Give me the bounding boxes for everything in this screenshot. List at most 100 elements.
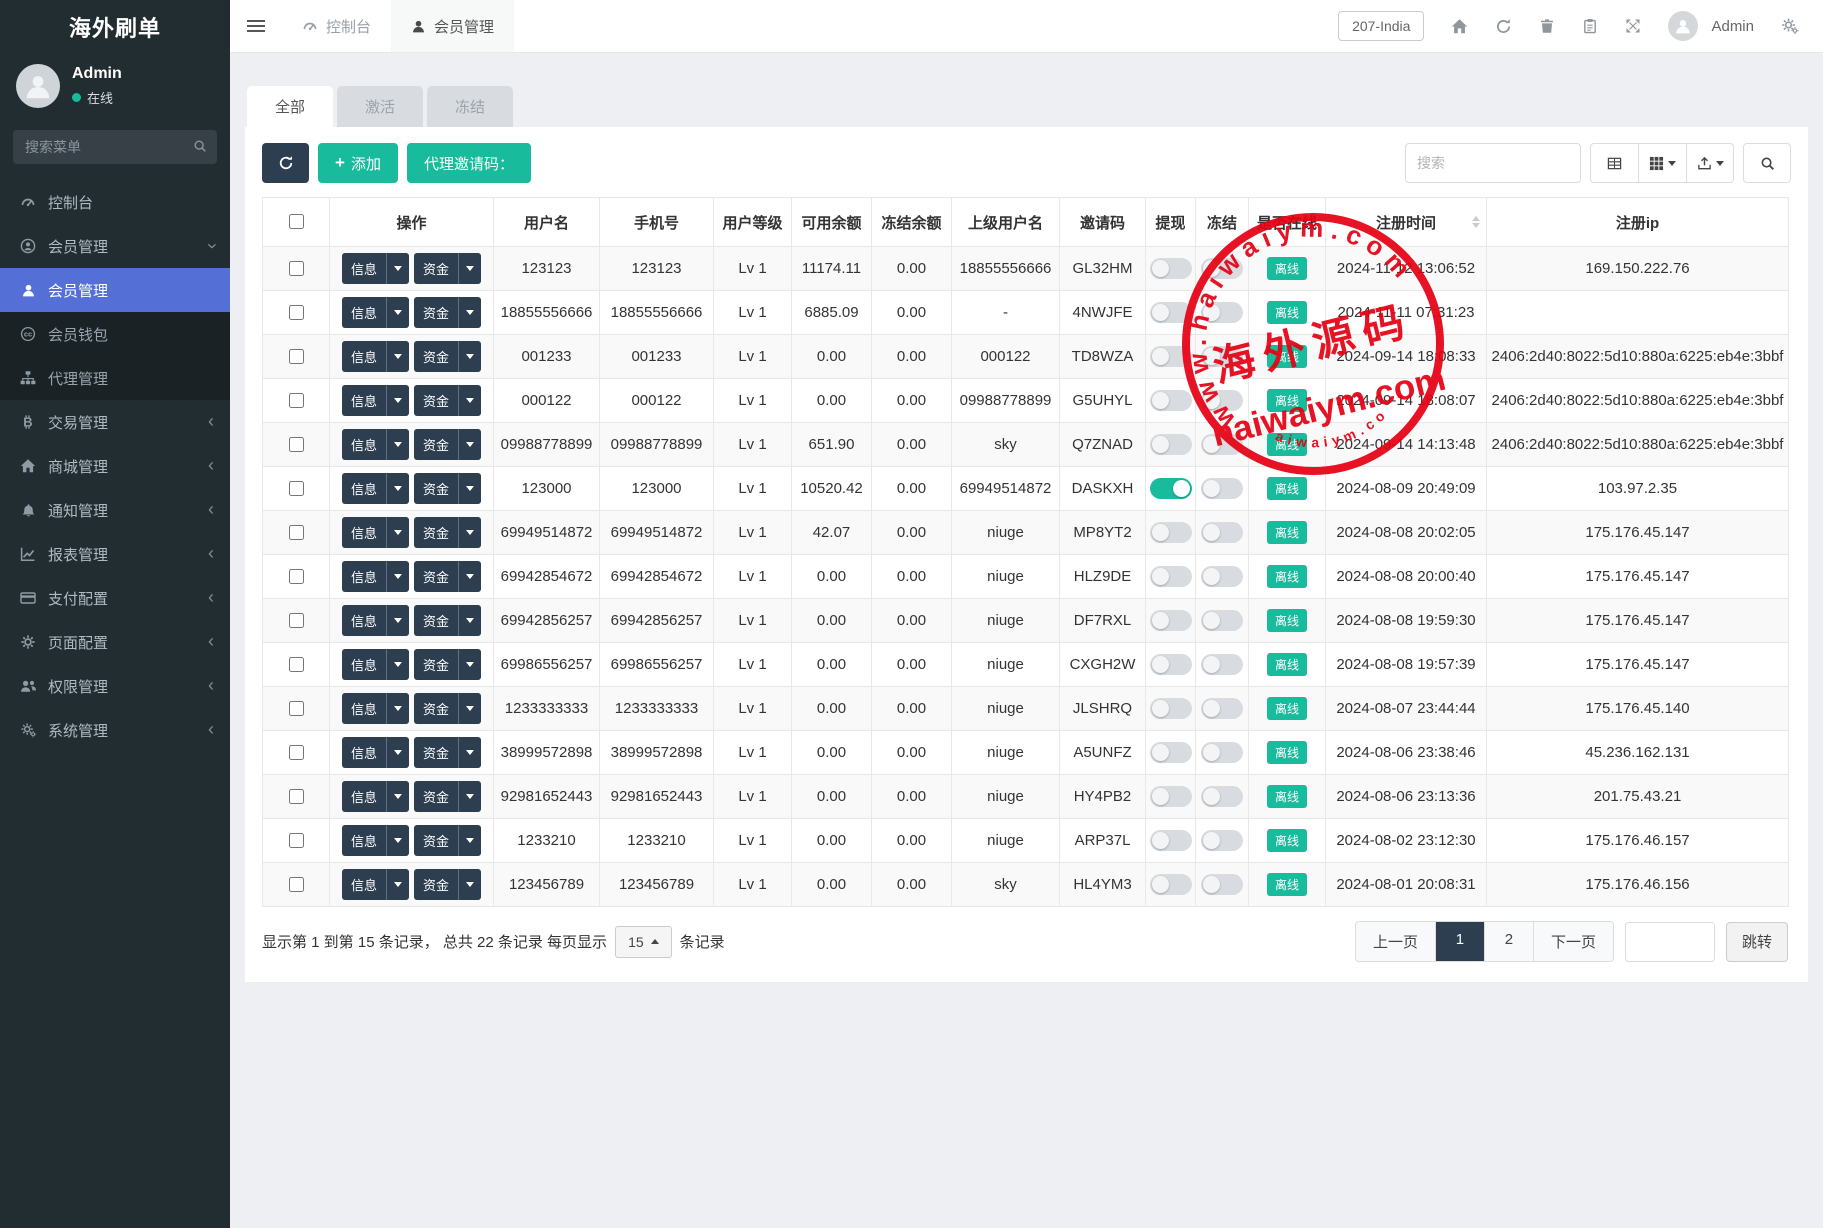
row-checkbox[interactable] — [289, 481, 304, 496]
avatar[interactable] — [1668, 11, 1698, 41]
freeze-toggle[interactable] — [1201, 786, 1243, 807]
sidebar-item-5[interactable]: B交易管理‹ — [0, 400, 230, 444]
sidebar-item-12[interactable]: 系统管理‹ — [0, 708, 230, 752]
sidebar-item-8[interactable]: 报表管理‹ — [0, 532, 230, 576]
select-all-checkbox[interactable] — [289, 214, 304, 229]
info-dropdown-button[interactable]: 信息 — [342, 561, 409, 592]
withdraw-toggle[interactable] — [1150, 390, 1192, 411]
freeze-toggle[interactable] — [1201, 654, 1243, 675]
sidebar-item-0[interactable]: 控制台 — [0, 180, 230, 224]
filter-tab-1[interactable]: 激活 — [337, 86, 423, 127]
funds-dropdown-button[interactable]: 资金 — [414, 385, 481, 416]
topbar-tab-0[interactable]: 控制台 — [282, 0, 391, 52]
table-search-input[interactable] — [1405, 143, 1581, 183]
filter-tab-2[interactable]: 冻结 — [427, 86, 513, 127]
menu-search-input[interactable] — [13, 130, 217, 164]
info-dropdown-button[interactable]: 信息 — [342, 869, 409, 900]
freeze-toggle[interactable] — [1201, 830, 1243, 851]
export-dropdown-button[interactable] — [1686, 143, 1734, 183]
sidebar-item-2[interactable]: 会员管理 — [0, 268, 230, 312]
funds-dropdown-button[interactable]: 资金 — [414, 341, 481, 372]
row-checkbox[interactable] — [289, 613, 304, 628]
row-checkbox[interactable] — [289, 349, 304, 364]
withdraw-toggle[interactable] — [1150, 478, 1192, 499]
withdraw-toggle[interactable] — [1150, 654, 1192, 675]
page-jump-input[interactable] — [1625, 922, 1715, 962]
withdraw-toggle[interactable] — [1150, 786, 1192, 807]
withdraw-toggle[interactable] — [1150, 522, 1192, 543]
funds-dropdown-button[interactable]: 资金 — [414, 253, 481, 284]
info-dropdown-button[interactable]: 信息 — [342, 737, 409, 768]
columns-dropdown-button[interactable] — [1638, 143, 1686, 183]
region-selector[interactable]: 207-India — [1338, 11, 1424, 41]
row-checkbox[interactable] — [289, 569, 304, 584]
info-dropdown-button[interactable]: 信息 — [342, 473, 409, 504]
sidebar-item-3[interactable]: cc会员钱包 — [0, 312, 230, 356]
freeze-toggle[interactable] — [1201, 610, 1243, 631]
freeze-toggle[interactable] — [1201, 258, 1243, 279]
withdraw-toggle[interactable] — [1150, 302, 1192, 323]
info-dropdown-button[interactable]: 信息 — [342, 605, 409, 636]
row-checkbox[interactable] — [289, 305, 304, 320]
topbar-tab-1[interactable]: 会员管理 — [391, 0, 514, 52]
info-dropdown-button[interactable]: 信息 — [342, 825, 409, 856]
detail-view-button[interactable] — [1590, 143, 1638, 183]
info-dropdown-button[interactable]: 信息 — [342, 385, 409, 416]
row-checkbox[interactable] — [289, 393, 304, 408]
row-checkbox[interactable] — [289, 789, 304, 804]
freeze-toggle[interactable] — [1201, 566, 1243, 587]
funds-dropdown-button[interactable]: 资金 — [414, 429, 481, 460]
sidebar-item-7[interactable]: 通知管理‹ — [0, 488, 230, 532]
row-checkbox[interactable] — [289, 745, 304, 760]
freeze-toggle[interactable] — [1201, 874, 1243, 895]
freeze-toggle[interactable] — [1201, 346, 1243, 367]
withdraw-toggle[interactable] — [1150, 258, 1192, 279]
withdraw-toggle[interactable] — [1150, 610, 1192, 631]
sidebar-item-6[interactable]: 商城管理‹ — [0, 444, 230, 488]
funds-dropdown-button[interactable]: 资金 — [414, 781, 481, 812]
info-dropdown-button[interactable]: 信息 — [342, 341, 409, 372]
sidebar-item-4[interactable]: 代理管理 — [0, 356, 230, 400]
topbar-user-name[interactable]: Admin — [1711, 18, 1754, 35]
sidebar-item-1[interactable]: 会员管理‹ — [0, 224, 230, 268]
info-dropdown-button[interactable]: 信息 — [342, 297, 409, 328]
row-checkbox[interactable] — [289, 701, 304, 716]
clipboard-icon[interactable] — [1582, 18, 1598, 34]
freeze-toggle[interactable] — [1201, 698, 1243, 719]
row-checkbox[interactable] — [289, 657, 304, 672]
pagination-page-2[interactable]: 2 — [1484, 922, 1533, 961]
trash-icon[interactable] — [1539, 18, 1555, 34]
sidebar-item-9[interactable]: 支付配置‹ — [0, 576, 230, 620]
filter-tab-0[interactable]: 全部 — [247, 86, 333, 127]
funds-dropdown-button[interactable]: 资金 — [414, 605, 481, 636]
freeze-toggle[interactable] — [1201, 390, 1243, 411]
hamburger-menu-icon[interactable] — [230, 0, 282, 52]
withdraw-toggle[interactable] — [1150, 566, 1192, 587]
withdraw-toggle[interactable] — [1150, 874, 1192, 895]
funds-dropdown-button[interactable]: 资金 — [414, 561, 481, 592]
freeze-toggle[interactable] — [1201, 478, 1243, 499]
funds-dropdown-button[interactable]: 资金 — [414, 517, 481, 548]
refresh-icon[interactable] — [1495, 18, 1512, 35]
page-size-dropdown[interactable]: 15 — [615, 926, 672, 958]
row-checkbox[interactable] — [289, 261, 304, 276]
withdraw-toggle[interactable] — [1150, 698, 1192, 719]
row-checkbox[interactable] — [289, 833, 304, 848]
page-jump-button[interactable]: 跳转 — [1726, 922, 1788, 962]
info-dropdown-button[interactable]: 信息 — [342, 253, 409, 284]
refresh-table-button[interactable] — [262, 143, 309, 183]
withdraw-toggle[interactable] — [1150, 830, 1192, 851]
info-dropdown-button[interactable]: 信息 — [342, 781, 409, 812]
freeze-toggle[interactable] — [1201, 522, 1243, 543]
row-checkbox[interactable] — [289, 877, 304, 892]
info-dropdown-button[interactable]: 信息 — [342, 649, 409, 680]
row-checkbox[interactable] — [289, 525, 304, 540]
funds-dropdown-button[interactable]: 资金 — [414, 737, 481, 768]
funds-dropdown-button[interactable]: 资金 — [414, 649, 481, 680]
freeze-toggle[interactable] — [1201, 434, 1243, 455]
withdraw-toggle[interactable] — [1150, 434, 1192, 455]
sidebar-item-10[interactable]: 页面配置‹ — [0, 620, 230, 664]
row-checkbox[interactable] — [289, 437, 304, 452]
withdraw-toggle[interactable] — [1150, 742, 1192, 763]
column-header[interactable]: 注册时间 — [1326, 198, 1487, 247]
